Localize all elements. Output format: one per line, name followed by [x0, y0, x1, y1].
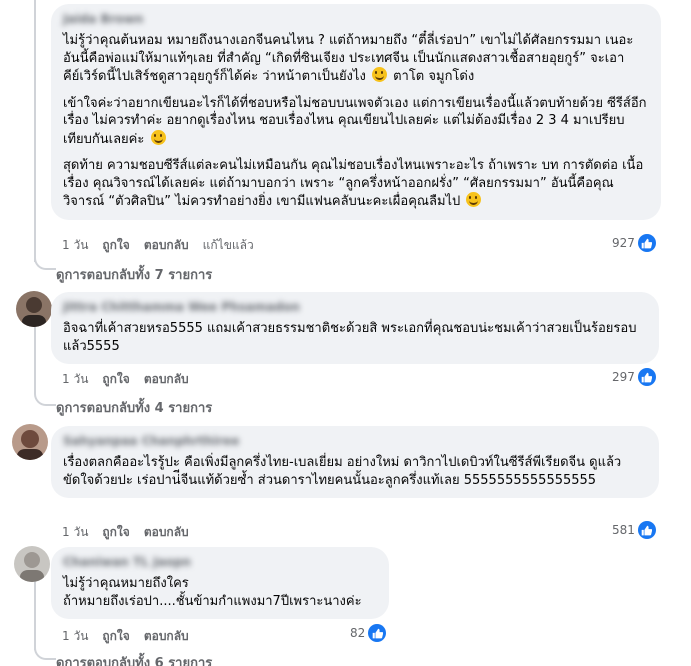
comment-text: สุดท้าย ความชอบซีรีส์แต่ละคนไม่เหมือนกัน… [63, 157, 649, 211]
avatar[interactable] [16, 291, 52, 327]
comment-author[interactable]: Jaida Brown [63, 12, 649, 26]
thumbs-up-icon [368, 624, 387, 642]
comment-text: เข้าใจค่ะว่าอยากเขียนอะไรก็ได้ที่ชอบหรือ… [63, 95, 649, 149]
comment-actions: 1 วัน ถูกใจ ตอบกลับ [62, 370, 189, 389]
view-replies-label: ดูการตอบกลับทั้ง 6 รายการ [56, 656, 213, 666]
reaction-number: 927 [612, 236, 635, 250]
comment-text: เรื่องตลกคืออะไรรู้ปะ คือเพิ่งมีลูกครึ่ง… [63, 455, 622, 488]
thumbs-up-icon [637, 368, 656, 386]
comment-paragraph: ไม่รู้ว่าคุณต้นหอม หมายถึงนางเอกจีนคนไหน… [63, 33, 634, 84]
thread-curve [34, 256, 56, 270]
comment-time[interactable]: 1 วัน [62, 370, 88, 389]
comment-paragraph: สุดท้าย ความชอบซีรีส์แต่ละคนไม่เหมือนกัน… [63, 158, 644, 209]
comment-bubble: Chaniwan TL Jaopn ไม่รู้ว่าคุณหมายถึงใคร… [51, 547, 389, 619]
avatar[interactable] [14, 546, 50, 582]
comment-bubble: Sahyanpaa Chanphrthiree เรื่องตลกคืออะไร… [51, 426, 659, 498]
comment-bubble: Jaida Brown ไม่รู้ว่าคุณต้นหอม หมายถึงนา… [51, 4, 661, 220]
comment-bubble: Jittra Chitthamma Wee Phsamadon อิจฉาที่… [51, 292, 659, 364]
smile-emoji-icon [466, 192, 482, 207]
comment-author[interactable]: Chaniwan TL Jaopn [63, 555, 377, 569]
thumbs-up-icon [637, 234, 656, 252]
comment-actions: 1 วัน ถูกใจ ตอบกลับ [62, 627, 189, 646]
view-replies-link[interactable]: ดูการตอบกลับทั้ง 7 รายการ [56, 264, 212, 285]
comment-actions: 1 วัน ถูกใจ ตอบกลับ [62, 523, 189, 542]
reaction-number: 581 [612, 523, 635, 537]
thread-line [34, 580, 36, 650]
comment-text: ไม่รู้ว่าคุณหมายถึงใคร [63, 576, 189, 591]
smile-emoji-icon [371, 67, 387, 82]
comment-actions: 1 วัน ถูกใจ ตอบกลับ แก้ไขแล้ว [62, 236, 254, 255]
reaction-count[interactable]: 297 [612, 368, 656, 386]
reaction-count[interactable]: 82 [350, 624, 387, 642]
thread-line [34, 0, 36, 262]
comment-text: ไม่รู้ว่าคุณต้นหอม หมายถึงนางเอกจีนคนไหน… [63, 32, 649, 86]
view-replies-link[interactable]: ดูการตอบกลับทั้ง 4 รายการ [56, 397, 212, 418]
reaction-count[interactable]: 927 [612, 234, 656, 252]
comment-time[interactable]: 1 วัน [62, 236, 88, 255]
view-replies-link[interactable]: ดูการตอบกลับทั้ง 6 รายการ [56, 652, 212, 666]
comment-author[interactable]: Sahyanpaa Chanphrthiree [63, 434, 647, 448]
comment-author[interactable]: Jittra Chitthamma Wee Phsamadon [63, 300, 647, 314]
thread-curve [34, 646, 56, 660]
view-replies-label: ดูการตอบกลับทั้ง 4 รายการ [56, 401, 213, 416]
thread-curve [34, 392, 56, 406]
reply-button[interactable]: ตอบกลับ [144, 523, 189, 542]
smile-emoji-icon [150, 129, 166, 145]
thread-line [34, 322, 36, 392]
reply-button[interactable]: ตอบกลับ [144, 627, 189, 646]
like-button[interactable]: ถูกใจ [102, 627, 129, 646]
comment-text: อิจฉาที่เค้าสวยหรอ5555 แถมเค้าสวยธรรมชาต… [63, 321, 637, 354]
thumbs-up-icon [637, 521, 656, 539]
reply-button[interactable]: ตอบกลับ [144, 370, 189, 389]
comment-time[interactable]: 1 วัน [62, 627, 88, 646]
edited-label: แก้ไขแล้ว [202, 238, 254, 252]
comment-paragraph-tail: ตาโต จมูกโด่ง [393, 69, 475, 84]
reaction-count[interactable]: 581 [612, 521, 656, 539]
reaction-number: 82 [350, 626, 366, 640]
reply-button[interactable]: ตอบกลับ [144, 236, 189, 255]
avatar[interactable] [12, 424, 48, 460]
comment-time[interactable]: 1 วัน [62, 523, 88, 542]
like-button[interactable]: ถูกใจ [102, 523, 129, 542]
like-button[interactable]: ถูกใจ [102, 370, 129, 389]
like-button[interactable]: ถูกใจ [102, 236, 129, 255]
reaction-number: 297 [612, 370, 635, 384]
view-replies-label: ดูการตอบกลับทั้ง 7 รายการ [56, 268, 213, 283]
comment-text: ถ้าหมายถึงเร่อปา....ชั้นข้ามกำแพงมา7ปีเพ… [63, 593, 362, 609]
